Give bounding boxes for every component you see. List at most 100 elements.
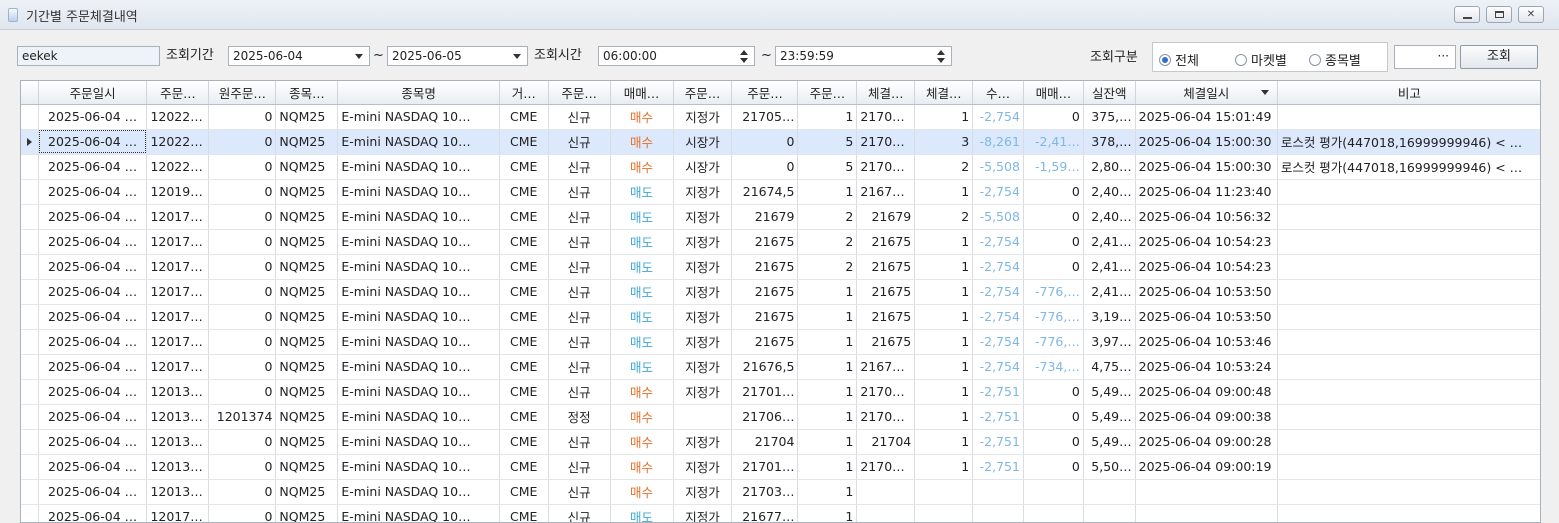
grid-header-row: 주문일시 주문… 원주문… 종목… 종목명 거… 주문… 매매… 주문… 주문… 주문… 체결… 체결…… [21,81,1540,105]
close-button[interactable]: ✕ [1518,6,1544,23]
col-header-fill-qty[interactable]: 체결… [914,81,974,105]
radio-all[interactable]: 전체 [1159,50,1199,69]
col-header-order-type[interactable]: 주문… [548,81,611,105]
col-header-side[interactable]: 매매… [610,81,674,105]
cell-balance: 2,41… [1083,229,1136,255]
table-row[interactable]: 2025-06-04 … 1201720 0 NQM25 E-mini NASDAQ 1… [21,329,1540,355]
cell-fee: -2,754 [972,304,1024,330]
cell-price-type [673,404,733,430]
col-header-symbol-name[interactable]: 종목명 [337,81,500,105]
row-indicator[interactable] [21,354,39,380]
cell-order-datetime: 2025-06-04 … [38,329,148,355]
cell-symbol-code: NQM25 [275,104,339,130]
table-row[interactable]: 2025-06-04 … 1201726 0 NQM25 E-mini NASDAQ 1… [21,229,1540,255]
row-indicator[interactable] [21,154,39,180]
symbol-picker-button[interactable]: ··· [1394,45,1456,69]
cell-symbol-name: E-mini NASDAQ 10… [337,304,500,330]
cell-order-price: 21675 [731,329,799,355]
cell-side: 매도 [610,279,674,305]
table-row[interactable]: 2025-06-04 … 1201722 0 NQM25 E-mini NASDAQ 1… [21,304,1540,330]
cell-order-price: 21676,5 [731,354,799,380]
minimize-button[interactable] [1454,6,1480,23]
spinner-arrows-icon[interactable] [740,49,748,63]
cell-order-datetime: 2025-06-04 … [38,504,148,522]
cell-order-type: 신규 [548,479,611,505]
table-row[interactable]: 2025-06-04 … 1201726 0 NQM25 E-mini NASDAQ 1… [21,254,1540,280]
row-indicator[interactable] [21,254,39,280]
row-indicator[interactable] [21,104,39,130]
row-indicator[interactable] [21,429,39,455]
cell-symbol-name: E-mini NASDAQ 10… [337,329,500,355]
cell-balance: 5,49… [1083,379,1136,405]
col-header-note[interactable]: 비고 [1277,81,1540,105]
col-header-original-order-no[interactable]: 원주문… [208,81,277,105]
cell-note [1277,254,1540,280]
col-header-fill-price[interactable]: 체결… [856,81,916,105]
row-indicator[interactable] [21,329,39,355]
table-row[interactable]: 2025-06-04 … 1201736 0 NQM25 E-mini NASDAQ 1… [21,204,1540,230]
account-input[interactable]: eekek [17,46,160,66]
cell-original-order-no: 0 [208,329,277,355]
dropdown-arrow-icon [355,54,363,59]
row-indicator[interactable] [21,204,39,230]
cell-fill-qty: 1 [914,379,974,405]
row-indicator[interactable] [21,404,39,430]
table-row[interactable]: 2025-06-04 … 1201716 0 NQM25 E-mini NASDAQ 1… [21,354,1540,380]
cell-trade-pnl: 0 [1023,204,1084,230]
col-header-fill-datetime[interactable]: 체결일시 [1135,81,1278,105]
table-row[interactable]: 2025-06-04 … 1201373 0 NQM25 E-mini NASDAQ 1… [21,429,1540,455]
row-indicator[interactable] [21,229,39,255]
cell-order-price: 0 [731,154,799,180]
start-date-combo[interactable]: 2025-06-04 [228,46,370,66]
radio-symbol[interactable]: 종목별 [1309,50,1361,69]
col-header-balance[interactable]: 실잔액 [1083,81,1136,105]
col-header-symbol-code[interactable]: 종목… [275,81,339,105]
row-indicator[interactable] [21,129,39,155]
row-indicator[interactable] [21,279,39,305]
row-indicator[interactable] [21,504,39,522]
cell-exchange: CME [499,379,549,405]
cell-order-qty: 2 [797,229,858,255]
cell-original-order-no: 0 [208,479,277,505]
table-row[interactable]: 2025-06-04 … 1201374 0 NQM25 E-mini NASDAQ 1… [21,479,1540,505]
col-header-trade-pnl[interactable]: 매매… [1023,81,1084,105]
maximize-button[interactable] [1486,6,1512,23]
table-row[interactable]: 2025-06-04 … 1201721 0 NQM25 E-mini NASDAQ 1… [21,279,1540,305]
cell-order-type: 신규 [548,354,611,380]
table-row[interactable]: 2025-06-04 … 1201371 0 NQM25 E-mini NASDAQ 1… [21,454,1540,480]
order-history-grid[interactable]: 주문일시 주문… 원주문… 종목… 종목명 거… 주문… 매매… 주문… 주문… 주문… 체결… 체결…… [20,80,1541,523]
col-header-exchange[interactable]: 거… [499,81,549,105]
search-button[interactable]: 조회 [1460,45,1538,69]
table-row[interactable]: 2025-06-04 … 1201375 1201374 NQM25 E-mini NA… [21,404,1540,430]
col-header-price-type[interactable]: 주문… [673,81,733,105]
cell-fill-price: 21705,5 [856,154,916,180]
tilde-separator: ~ [761,48,772,63]
start-time-spinner[interactable]: 06:00:00 [598,46,755,66]
cell-order-no: 1201721 [146,279,210,305]
row-indicator[interactable] [21,304,39,330]
table-row[interactable]: 2025-06-04 … 1201928 0 NQM25 E-mini NASDAQ 1… [21,179,1540,205]
row-indicator[interactable] [21,454,39,480]
col-header-order-datetime[interactable]: 주문일시 [38,81,148,105]
table-row[interactable]: 2025-06-04 … 1201372 0 NQM25 E-mini NASDAQ 1… [21,379,1540,405]
col-header-order-qty[interactable]: 주문… [797,81,858,105]
cell-fee: -2,751 [972,404,1024,430]
row-indicator[interactable] [21,179,39,205]
cell-fill-qty: 1 [914,454,974,480]
col-header-order-no[interactable]: 주문… [146,81,210,105]
col-header-fee[interactable]: 수… [972,81,1024,105]
table-row[interactable]: 2025-06-04 … 1202226 0 NQM25 E-mini NASDAQ 1… [21,154,1540,180]
table-row[interactable]: 2025-06-04 … 1202226 0 NQM25 E-mini NASDAQ 1… [21,129,1540,155]
table-row[interactable]: 2025-06-04 … 1202228 0 NQM25 E-mini NASDAQ 1… [21,104,1540,130]
table-row[interactable]: 2025-06-04 … 1201717 0 NQM25 E-mini NASDAQ 1… [21,504,1540,522]
cell-fill-price: 21674,5 [856,179,916,205]
row-indicator[interactable] [21,479,39,505]
end-time-spinner[interactable]: 23:59:59 [775,46,952,66]
cell-fill-datetime: 2025-06-04 09:00:38 [1135,404,1278,430]
col-header-order-price[interactable]: 주문… [731,81,799,105]
cell-side: 매도 [610,329,674,355]
end-date-combo[interactable]: 2025-06-05 [387,46,528,66]
radio-market[interactable]: 마켓별 [1235,50,1287,69]
row-indicator[interactable] [21,379,39,405]
spinner-arrows-icon[interactable] [937,49,945,63]
